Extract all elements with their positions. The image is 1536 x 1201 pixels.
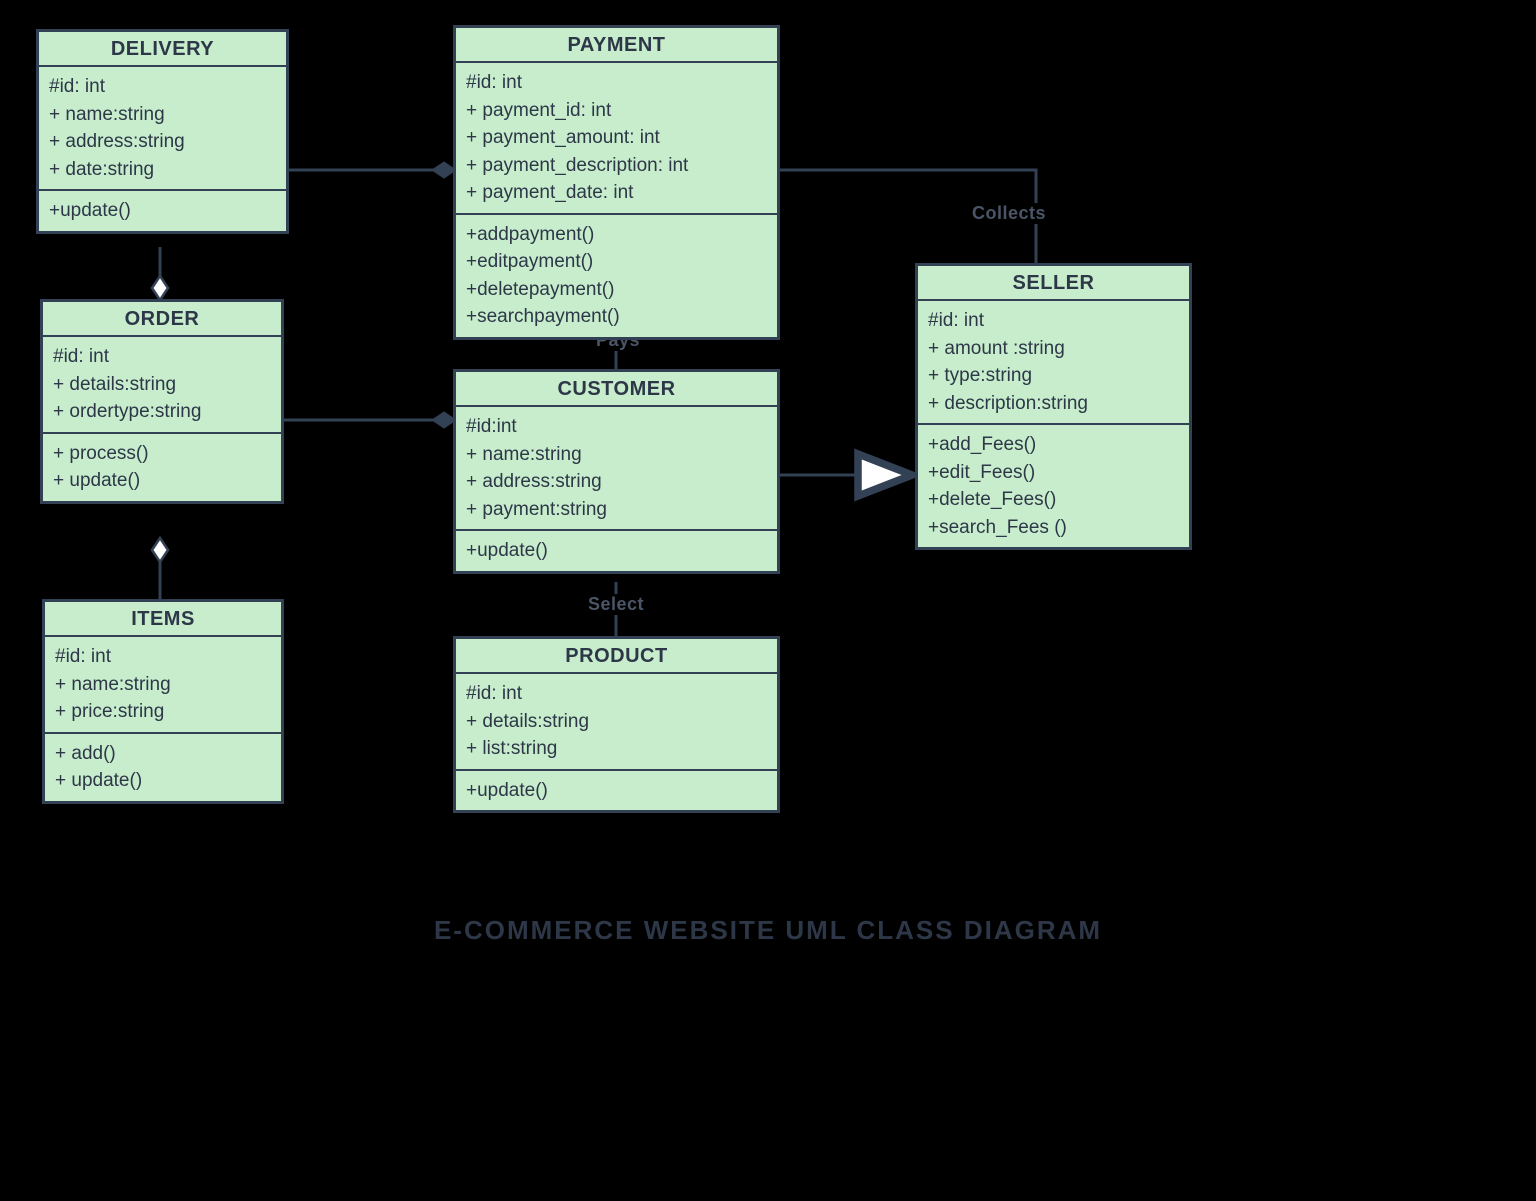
class-attributes: #id: int + name:string + address:string … bbox=[39, 67, 286, 191]
class-attributes: #id: int + name:string + price:string bbox=[45, 637, 281, 734]
attr: + name:string bbox=[466, 441, 767, 469]
op: + update() bbox=[53, 467, 271, 495]
op: + process() bbox=[53, 440, 271, 468]
class-attributes: #id: int + payment_id: int + payment_amo… bbox=[456, 63, 777, 215]
class-payment: PAYMENT #id: int + payment_id: int + pay… bbox=[453, 25, 780, 340]
attr: + address:string bbox=[466, 468, 767, 496]
attr: #id: int bbox=[49, 73, 276, 101]
attr: + payment_amount: int bbox=[466, 124, 767, 152]
attr: + amount :string bbox=[928, 335, 1179, 363]
attr: + payment_description: int bbox=[466, 152, 767, 180]
op: +editpayment() bbox=[466, 248, 767, 276]
attr: #id: int bbox=[55, 643, 271, 671]
class-attributes: #id: int + details:string + list:string bbox=[456, 674, 777, 771]
class-order: ORDER #id: int + details:string + ordert… bbox=[40, 299, 284, 504]
attr: + payment_id: int bbox=[466, 97, 767, 125]
op: +update() bbox=[466, 777, 767, 805]
class-operations: +update() bbox=[456, 771, 777, 811]
attr: + description:string bbox=[928, 390, 1179, 418]
class-title: PAYMENT bbox=[456, 28, 777, 63]
class-operations: +add_Fees() +edit_Fees() +delete_Fees() … bbox=[918, 425, 1189, 547]
attr: #id: int bbox=[466, 680, 767, 708]
op: +deletepayment() bbox=[466, 276, 767, 304]
class-title: SELLER bbox=[918, 266, 1189, 301]
attr: + name:string bbox=[49, 101, 276, 129]
class-operations: + add() + update() bbox=[45, 734, 281, 801]
label-collects: Collects bbox=[970, 203, 1048, 224]
attr: #id: int bbox=[53, 343, 271, 371]
attr: + date:string bbox=[49, 156, 276, 184]
class-customer: CUSTOMER #id:int + name:string + address… bbox=[453, 369, 780, 574]
uml-diagram: Collects Pays Select DELIVERY #id: int +… bbox=[0, 0, 1536, 1201]
op: +delete_Fees() bbox=[928, 486, 1179, 514]
class-operations: +update() bbox=[456, 531, 777, 571]
class-attributes: #id:int + name:string + address:string +… bbox=[456, 407, 777, 531]
attr: + details:string bbox=[466, 708, 767, 736]
diagram-caption: E-COMMERCE WEBSITE UML CLASS DIAGRAM bbox=[0, 915, 1536, 946]
op: +edit_Fees() bbox=[928, 459, 1179, 487]
class-delivery: DELIVERY #id: int + name:string + addres… bbox=[36, 29, 289, 234]
attr: + ordertype:string bbox=[53, 398, 271, 426]
class-title: PRODUCT bbox=[456, 639, 777, 674]
op: +search_Fees () bbox=[928, 514, 1179, 542]
attr: + name:string bbox=[55, 671, 271, 699]
class-title: ORDER bbox=[43, 302, 281, 337]
op: +update() bbox=[466, 537, 767, 565]
attr: #id: int bbox=[928, 307, 1179, 335]
attr: #id:int bbox=[466, 413, 767, 441]
attr: + payment:string bbox=[466, 496, 767, 524]
attr: + list:string bbox=[466, 735, 767, 763]
op: +searchpayment() bbox=[466, 303, 767, 331]
class-operations: +addpayment() +editpayment() +deletepaym… bbox=[456, 215, 777, 337]
class-attributes: #id: int + details:string + ordertype:st… bbox=[43, 337, 281, 434]
attr: + address:string bbox=[49, 128, 276, 156]
class-product: PRODUCT #id: int + details:string + list… bbox=[453, 636, 780, 813]
attr: + type:string bbox=[928, 362, 1179, 390]
op: + add() bbox=[55, 740, 271, 768]
class-title: DELIVERY bbox=[39, 32, 286, 67]
attr: + details:string bbox=[53, 371, 271, 399]
attr: + price:string bbox=[55, 698, 271, 726]
op: +add_Fees() bbox=[928, 431, 1179, 459]
attr: + payment_date: int bbox=[466, 179, 767, 207]
class-items: ITEMS #id: int + name:string + price:str… bbox=[42, 599, 284, 804]
class-attributes: #id: int + amount :string + type:string … bbox=[918, 301, 1189, 425]
class-title: ITEMS bbox=[45, 602, 281, 637]
op: +addpayment() bbox=[466, 221, 767, 249]
class-operations: +update() bbox=[39, 191, 286, 231]
attr: #id: int bbox=[466, 69, 767, 97]
op: +update() bbox=[49, 197, 276, 225]
op: + update() bbox=[55, 767, 271, 795]
class-operations: + process() + update() bbox=[43, 434, 281, 501]
class-seller: SELLER #id: int + amount :string + type:… bbox=[915, 263, 1192, 550]
label-select: Select bbox=[586, 594, 646, 615]
class-title: CUSTOMER bbox=[456, 372, 777, 407]
